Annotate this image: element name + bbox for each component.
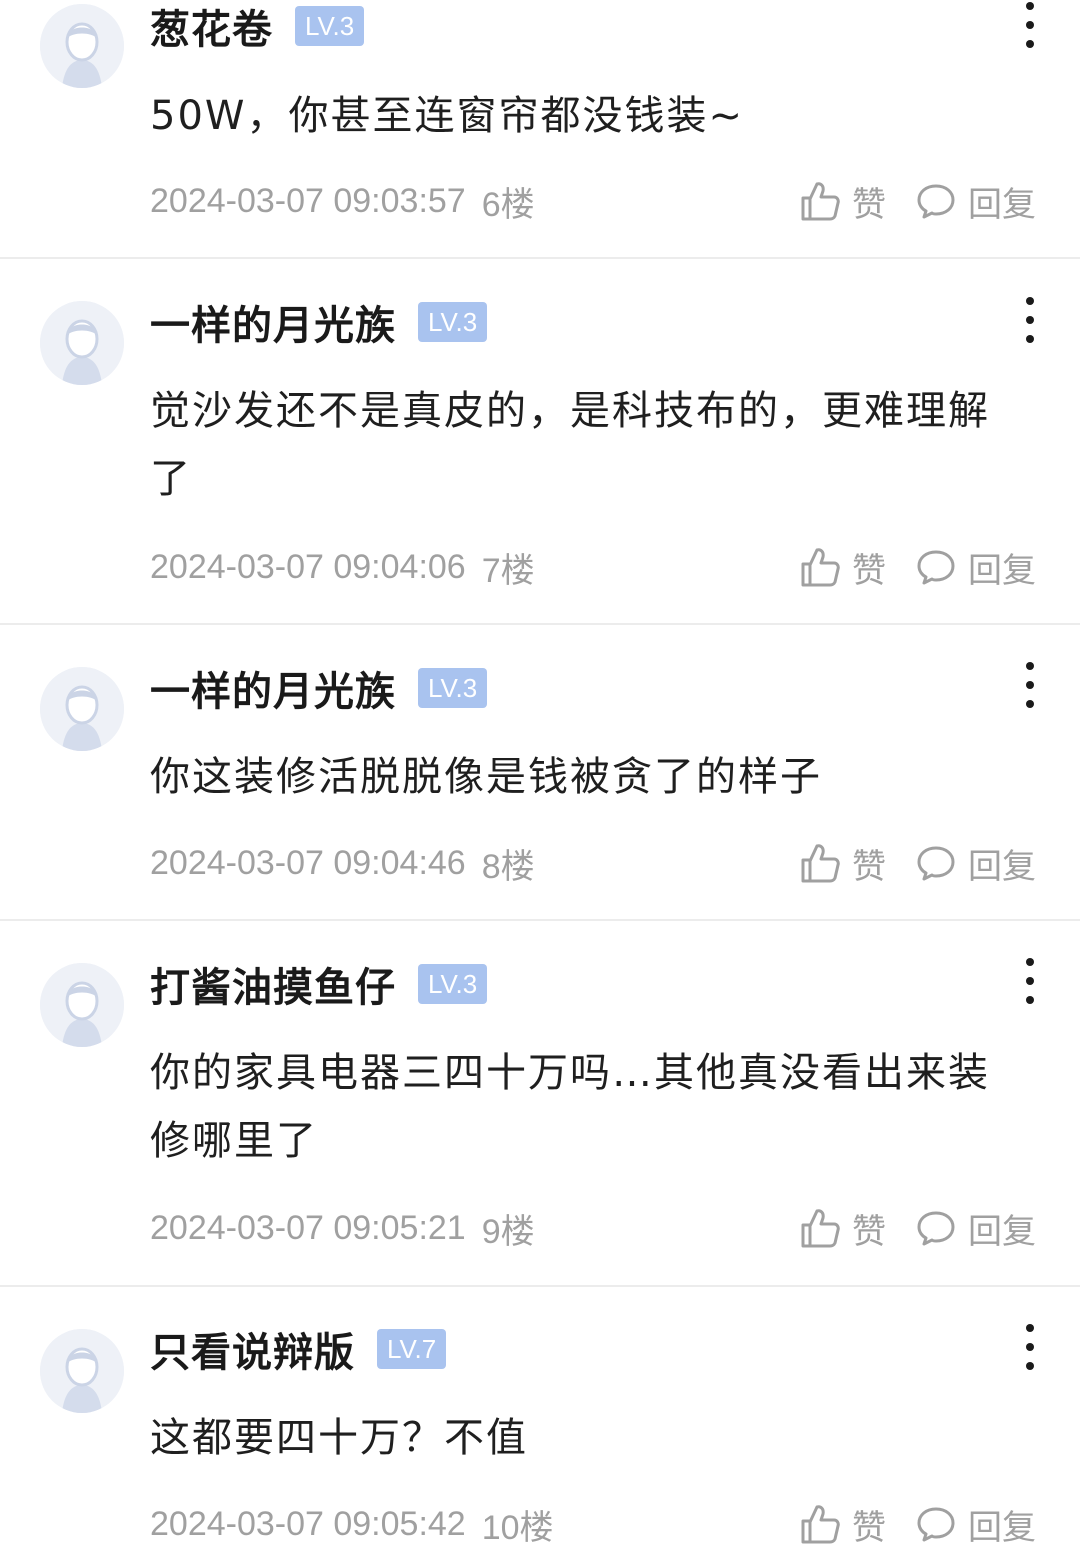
name-row: 葱花卷 LV.3 bbox=[150, 0, 365, 56]
more-button[interactable] bbox=[1018, 297, 1042, 343]
timestamp: 2024-03-07 09:04:46 bbox=[150, 843, 466, 882]
comment-content: 这都要四十万？不值 bbox=[150, 1415, 528, 1461]
thumbs-up-icon bbox=[801, 1209, 840, 1248]
speech-bubble-icon bbox=[917, 550, 955, 585]
speech-bubble-icon bbox=[917, 1211, 955, 1246]
thumbs-up-icon bbox=[801, 844, 840, 883]
avatar[interactable] bbox=[40, 4, 124, 88]
reply-button[interactable]: 回复 bbox=[916, 543, 1036, 592]
meta-row: 2024-03-07 09:04:46 8楼 赞 回复 bbox=[150, 838, 1036, 888]
comment-content: 你这装修活脱脱像是钱被贪了的样子 bbox=[150, 754, 822, 800]
name-row: 打酱油摸鱼仔 LV.3 bbox=[150, 954, 488, 1014]
level-badge: LV.3 bbox=[418, 668, 488, 708]
speech-bubble-icon bbox=[917, 184, 955, 219]
comment-content: 你的家具电器三四十万吗…其他真没看出来装修哪里了 bbox=[150, 1050, 990, 1164]
default-avatar-icon bbox=[40, 963, 124, 1047]
meta-row: 2024-03-07 09:03:57 6楼 赞 回复 bbox=[150, 176, 1036, 226]
more-vertical-icon bbox=[1026, 958, 1034, 966]
reply-button[interactable]: 回复 bbox=[916, 1204, 1036, 1253]
default-avatar-icon bbox=[40, 667, 124, 751]
meta-row: 2024-03-07 09:05:21 9楼 赞 回复 bbox=[150, 1203, 1036, 1253]
meta-row: 2024-03-07 09:05:42 10楼 赞 回复 bbox=[150, 1499, 1036, 1549]
reply-label: 回复 bbox=[968, 1507, 1036, 1548]
level-badge: LV.3 bbox=[295, 6, 365, 46]
more-button[interactable] bbox=[1018, 1324, 1042, 1370]
reply-button[interactable]: 回复 bbox=[916, 1500, 1036, 1549]
level-badge: LV.3 bbox=[418, 964, 488, 1004]
avatar[interactable] bbox=[40, 963, 124, 1047]
username[interactable]: 打酱油摸鱼仔 bbox=[150, 955, 396, 1013]
thumbs-up-icon bbox=[801, 182, 840, 221]
level-badge: LV.7 bbox=[377, 1329, 447, 1369]
avatar[interactable] bbox=[40, 301, 124, 385]
timestamp: 2024-03-07 09:03:57 bbox=[150, 181, 466, 220]
meta-row: 2024-03-07 09:04:06 7楼 赞 回复 bbox=[150, 542, 1036, 592]
comment-list: 葱花卷 LV.3 50W，你甚至连窗帘都没钱装~ 2024-03-07 09:0… bbox=[0, 0, 1080, 1555]
like-button[interactable]: 赞 bbox=[800, 177, 886, 226]
default-avatar-icon bbox=[40, 1329, 124, 1413]
timestamp: 2024-03-07 09:05:21 bbox=[150, 1208, 466, 1247]
like-label: 赞 bbox=[852, 184, 886, 225]
default-avatar-icon bbox=[40, 301, 124, 385]
timestamp: 2024-03-07 09:05:42 bbox=[150, 1504, 466, 1543]
username[interactable]: 葱花卷 bbox=[150, 0, 273, 55]
reply-button[interactable]: 回复 bbox=[916, 177, 1036, 226]
name-row: 一样的月光族 LV.3 bbox=[150, 292, 488, 352]
more-button[interactable] bbox=[1018, 662, 1042, 708]
comment-item: 打酱油摸鱼仔 LV.3 你的家具电器三四十万吗…其他真没看出来装修哪里了 202… bbox=[0, 921, 1080, 1287]
avatar[interactable] bbox=[40, 667, 124, 751]
reply-label: 回复 bbox=[968, 184, 1036, 225]
speech-bubble-icon bbox=[917, 1507, 955, 1542]
username[interactable]: 一样的月光族 bbox=[150, 293, 396, 351]
floor-number: 6楼 bbox=[481, 185, 535, 224]
timestamp: 2024-03-07 09:04:06 bbox=[150, 547, 466, 586]
like-button[interactable]: 赞 bbox=[800, 1500, 886, 1549]
reply-label: 回复 bbox=[968, 550, 1036, 591]
floor-number: 9楼 bbox=[481, 1212, 535, 1251]
name-row: 只看说辩版 LV.7 bbox=[150, 1319, 447, 1379]
more-vertical-icon bbox=[1026, 662, 1034, 670]
comment-item: 一样的月光族 LV.3 觉沙发还不是真皮的，是科技布的，更难理解了 2024-0… bbox=[0, 259, 1080, 625]
name-row: 一样的月光族 LV.3 bbox=[150, 658, 488, 718]
like-button[interactable]: 赞 bbox=[800, 1204, 886, 1253]
more-vertical-icon bbox=[1026, 1324, 1034, 1332]
like-label: 赞 bbox=[852, 1507, 886, 1548]
comment-item: 葱花卷 LV.3 50W，你甚至连窗帘都没钱装~ 2024-03-07 09:0… bbox=[0, 0, 1080, 259]
comment-item: 一样的月光族 LV.3 你这装修活脱脱像是钱被贪了的样子 2024-03-07 … bbox=[0, 625, 1080, 921]
thumbs-up-icon bbox=[801, 548, 840, 587]
level-badge: LV.3 bbox=[418, 302, 488, 342]
floor-number: 8楼 bbox=[481, 847, 535, 886]
comment-content: 50W，你甚至连窗帘都没钱装~ bbox=[150, 93, 744, 139]
like-button[interactable]: 赞 bbox=[800, 543, 886, 592]
like-label: 赞 bbox=[852, 846, 886, 887]
more-vertical-icon bbox=[1026, 2, 1034, 10]
reply-label: 回复 bbox=[968, 846, 1036, 887]
like-button[interactable]: 赞 bbox=[800, 839, 886, 888]
floor-number: 10楼 bbox=[481, 1508, 554, 1547]
reply-button[interactable]: 回复 bbox=[916, 839, 1036, 888]
floor-number: 7楼 bbox=[481, 551, 535, 590]
username[interactable]: 一样的月光族 bbox=[150, 659, 396, 717]
reply-label: 回复 bbox=[968, 1211, 1036, 1252]
like-label: 赞 bbox=[852, 550, 886, 591]
speech-bubble-icon bbox=[917, 846, 955, 881]
username[interactable]: 只看说辩版 bbox=[150, 1320, 355, 1378]
avatar[interactable] bbox=[40, 1329, 124, 1413]
more-vertical-icon bbox=[1026, 297, 1034, 305]
default-avatar-icon bbox=[40, 4, 124, 88]
more-button[interactable] bbox=[1018, 2, 1042, 48]
comment-item: 只看说辩版 LV.7 这都要四十万？不值 2024-03-07 09:05:42… bbox=[0, 1287, 1080, 1555]
more-button[interactable] bbox=[1018, 958, 1042, 1004]
thumbs-up-icon bbox=[801, 1505, 840, 1544]
like-label: 赞 bbox=[852, 1211, 886, 1252]
comment-content: 觉沙发还不是真皮的，是科技布的，更难理解了 bbox=[150, 388, 990, 502]
